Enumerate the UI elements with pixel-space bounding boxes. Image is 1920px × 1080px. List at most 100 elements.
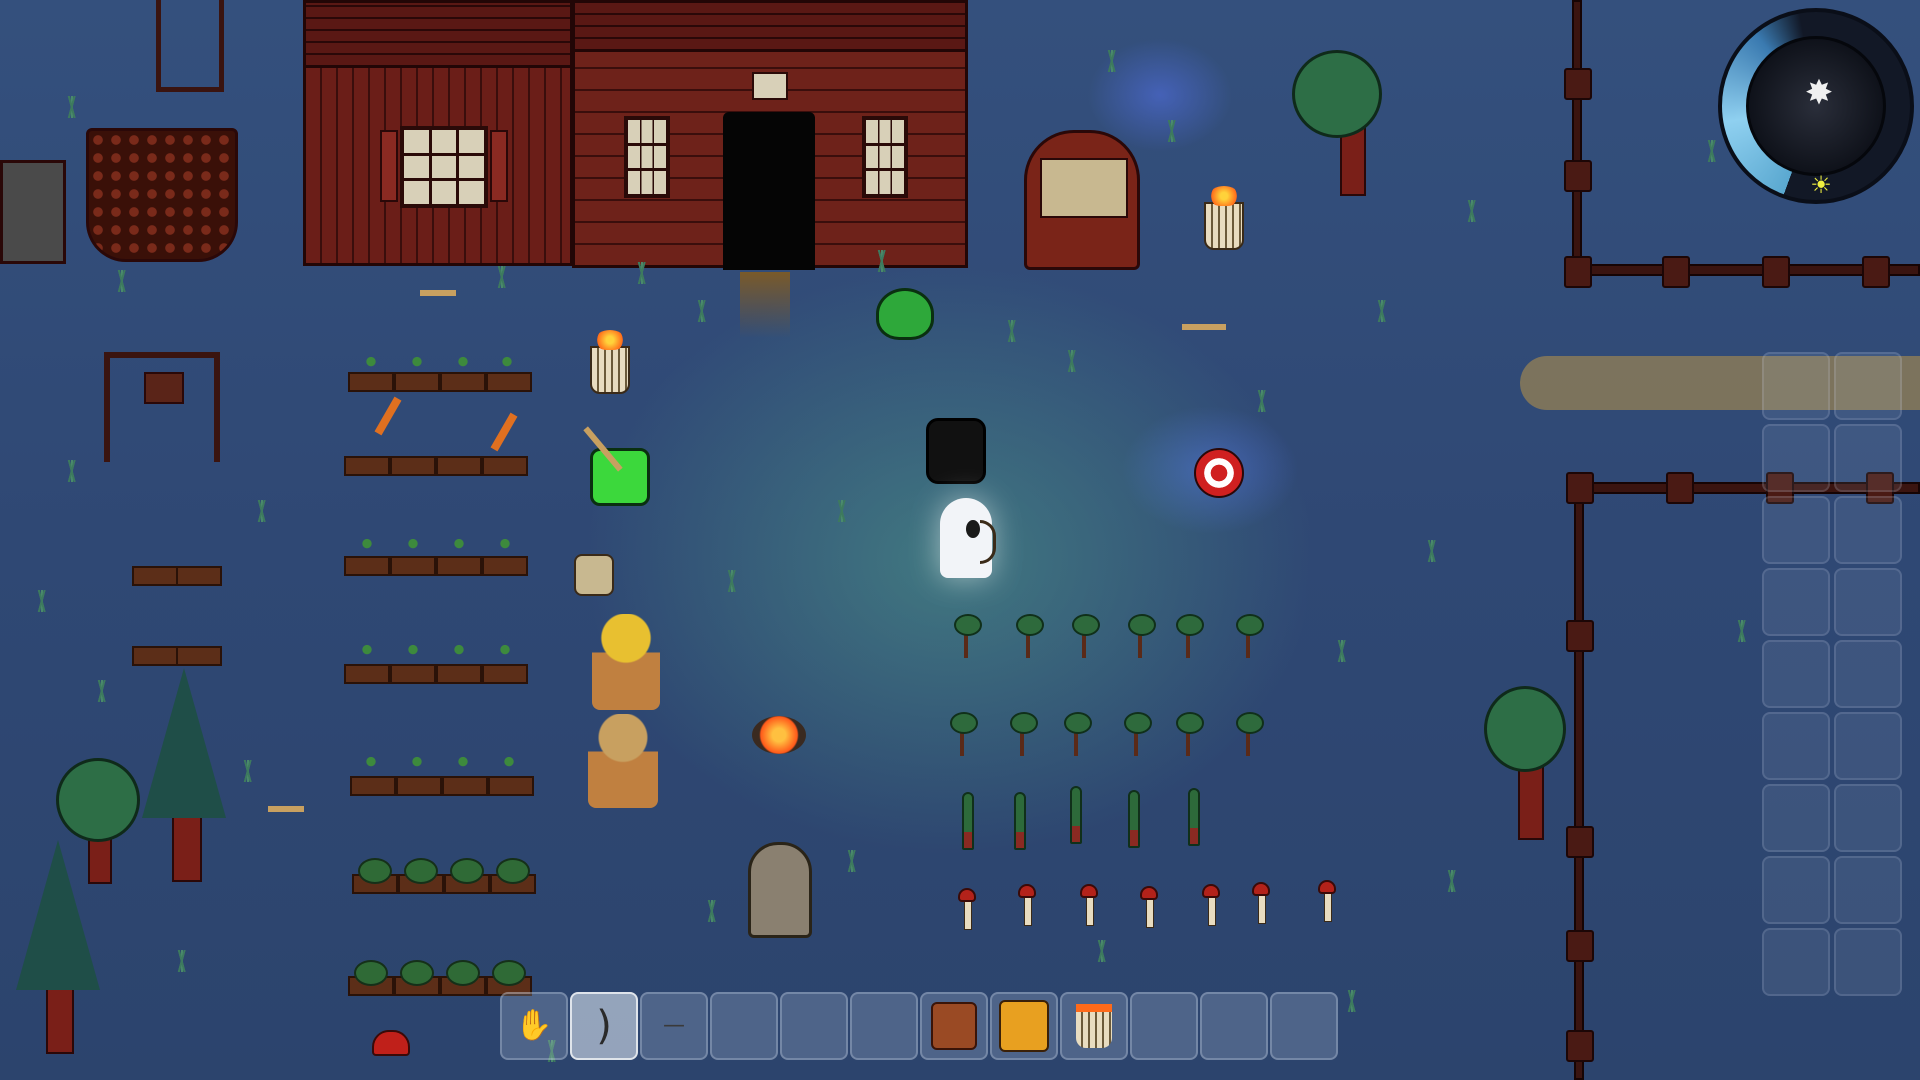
sapling[interactable] bbox=[954, 614, 982, 658]
crop-plot[interactable] bbox=[440, 372, 486, 392]
crop-plot[interactable] bbox=[344, 556, 390, 576]
oak-tree[interactable] bbox=[56, 758, 140, 842]
drum[interactable] bbox=[590, 448, 650, 506]
crop-plot[interactable] bbox=[486, 372, 532, 392]
hotbar-slot-1[interactable]: ✋ bbox=[500, 992, 568, 1060]
sapling[interactable] bbox=[1176, 614, 1204, 658]
inventory-slot[interactable] bbox=[1834, 928, 1902, 996]
inventory-slot[interactable] bbox=[1834, 424, 1902, 492]
crop-plot[interactable] bbox=[344, 664, 390, 684]
inventory-slot[interactable] bbox=[1762, 640, 1830, 708]
leek-crop[interactable] bbox=[1014, 792, 1026, 850]
carrot-icon[interactable] bbox=[374, 396, 402, 436]
hotbar-slot-12[interactable] bbox=[1270, 992, 1338, 1060]
inventory-slot[interactable] bbox=[1834, 784, 1902, 852]
hotbar-slot-5[interactable] bbox=[780, 992, 848, 1060]
crop-plot[interactable] bbox=[390, 456, 436, 476]
drying-rack[interactable] bbox=[104, 352, 220, 462]
crop-plot[interactable] bbox=[132, 566, 178, 586]
mushroom-crop[interactable] bbox=[1202, 884, 1220, 926]
hotbar-slot-8[interactable] bbox=[990, 992, 1058, 1060]
crop-plot[interactable] bbox=[348, 372, 394, 392]
inventory-slot[interactable] bbox=[1834, 712, 1902, 780]
sapling[interactable] bbox=[1176, 712, 1204, 756]
brazier[interactable] bbox=[1204, 202, 1244, 250]
crop-plot[interactable] bbox=[482, 556, 528, 576]
inventory-slot[interactable] bbox=[1762, 496, 1830, 564]
hotbar-slot-9[interactable] bbox=[1060, 992, 1128, 1060]
pine-tree[interactable] bbox=[16, 840, 100, 990]
crop-plot[interactable] bbox=[344, 456, 390, 476]
sapling[interactable] bbox=[1072, 614, 1100, 658]
hotbar-slot-7[interactable] bbox=[920, 992, 988, 1060]
oak-tree[interactable] bbox=[1292, 50, 1382, 138]
scarecrow[interactable] bbox=[420, 290, 456, 352]
crop-plot[interactable] bbox=[390, 664, 436, 684]
sapling[interactable] bbox=[1236, 614, 1264, 658]
oak-tree[interactable] bbox=[1484, 686, 1566, 772]
inventory-slot[interactable] bbox=[1762, 712, 1830, 780]
cooking-pot[interactable] bbox=[926, 418, 986, 484]
game-world[interactable] bbox=[0, 0, 1920, 1080]
leek-crop[interactable] bbox=[962, 792, 974, 850]
inventory-slot[interactable] bbox=[1762, 928, 1830, 996]
inventory-slot[interactable] bbox=[1834, 640, 1902, 708]
archery-target[interactable] bbox=[1194, 448, 1244, 498]
crop-plot[interactable] bbox=[482, 456, 528, 476]
brazier[interactable] bbox=[590, 346, 630, 394]
sapling[interactable] bbox=[1016, 614, 1044, 658]
crop-plot[interactable] bbox=[436, 556, 482, 576]
mushroom-crop[interactable] bbox=[1318, 880, 1336, 922]
crop-plot[interactable] bbox=[394, 372, 440, 392]
crop-plot[interactable] bbox=[390, 556, 436, 576]
scarecrow[interactable] bbox=[1182, 324, 1226, 388]
red-mushroom[interactable] bbox=[372, 1030, 410, 1056]
hotbar-slot-11[interactable] bbox=[1200, 992, 1268, 1060]
inventory-slot[interactable] bbox=[1762, 856, 1830, 924]
crop-plot[interactable] bbox=[396, 776, 442, 796]
inventory-slot[interactable] bbox=[1762, 352, 1830, 420]
frog-npc[interactable] bbox=[876, 288, 934, 340]
inventory-slot[interactable] bbox=[1834, 496, 1902, 564]
leek-crop[interactable] bbox=[1188, 788, 1200, 846]
mushroom-crop[interactable] bbox=[1140, 886, 1158, 928]
hotbar-slot-10[interactable] bbox=[1130, 992, 1198, 1060]
sapling[interactable] bbox=[1064, 712, 1092, 756]
mushroom-crop[interactable] bbox=[1018, 884, 1036, 926]
sapling[interactable] bbox=[1236, 712, 1264, 756]
stone-bin[interactable] bbox=[0, 160, 66, 264]
crop-plot[interactable] bbox=[176, 566, 222, 586]
barn-door[interactable] bbox=[723, 112, 815, 270]
hotbar-slot-4[interactable] bbox=[710, 992, 778, 1060]
inventory-slot[interactable] bbox=[1762, 568, 1830, 636]
mushroom-crop[interactable] bbox=[1080, 884, 1098, 926]
wooden-frame[interactable] bbox=[156, 0, 224, 92]
crop-plot[interactable] bbox=[436, 456, 482, 476]
sapling[interactable] bbox=[1010, 712, 1038, 756]
hotbar-slot-2[interactable]: ) bbox=[570, 992, 638, 1060]
pine-tree[interactable] bbox=[142, 668, 226, 818]
log-pile[interactable] bbox=[86, 128, 238, 262]
crop-plot[interactable] bbox=[350, 776, 396, 796]
sapling[interactable] bbox=[950, 712, 978, 756]
crop-plot[interactable] bbox=[442, 776, 488, 796]
hotbar-slot-3[interactable]: — bbox=[640, 992, 708, 1060]
campfire[interactable] bbox=[752, 716, 806, 754]
sapling[interactable] bbox=[1124, 712, 1152, 756]
scarecrow[interactable] bbox=[268, 806, 304, 868]
inventory-slot[interactable] bbox=[1762, 784, 1830, 852]
mushroom-crop[interactable] bbox=[1252, 882, 1270, 924]
leek-crop[interactable] bbox=[1070, 786, 1082, 844]
inventory-slot[interactable] bbox=[1834, 352, 1902, 420]
crop-plot[interactable] bbox=[176, 646, 222, 666]
hotbar-slot-6[interactable] bbox=[850, 992, 918, 1060]
crop-plot[interactable] bbox=[132, 646, 178, 666]
seed-planter[interactable] bbox=[588, 714, 658, 808]
inventory-slot[interactable] bbox=[1834, 856, 1902, 924]
gravestone[interactable] bbox=[748, 842, 812, 938]
inventory-slot[interactable] bbox=[1762, 424, 1830, 492]
crop-plot[interactable] bbox=[488, 776, 534, 796]
seed-planter[interactable] bbox=[592, 614, 660, 710]
crop-plot[interactable] bbox=[436, 664, 482, 684]
carrot-icon[interactable] bbox=[490, 412, 518, 452]
